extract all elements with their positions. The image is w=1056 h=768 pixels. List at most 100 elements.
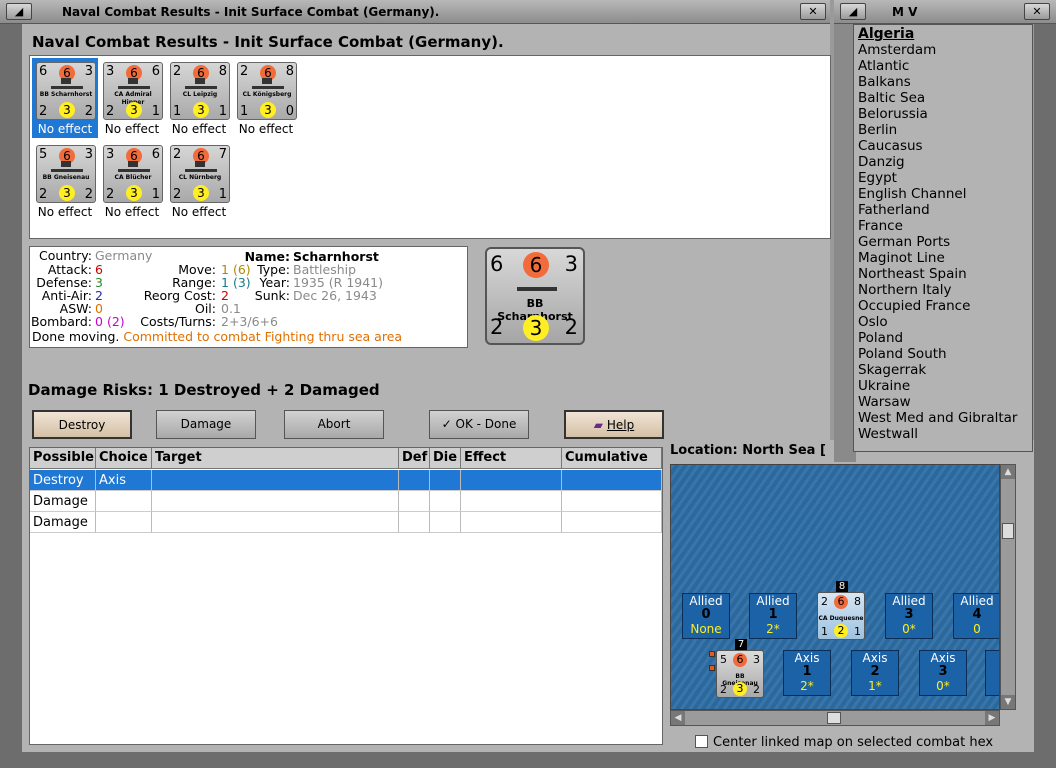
- window-menu-button[interactable]: ◢: [6, 3, 32, 20]
- list-item[interactable]: Berlin: [858, 122, 897, 138]
- map-horizontal-scrollbar[interactable]: ◀ ▶: [670, 710, 1000, 726]
- map-vertical-scrollbar[interactable]: ▲ ▼: [1000, 464, 1016, 710]
- box-side: Axis: [794, 651, 820, 665]
- mv-titlebar[interactable]: ◢ M V ✕: [834, 0, 1056, 24]
- list-item[interactable]: Baltic Sea: [858, 90, 925, 106]
- list-item[interactable]: Caucasus: [858, 138, 923, 154]
- box-number: 4: [972, 607, 982, 622]
- unit-counter[interactable]: 3 6 6 CA Admiral Hipper 2 3 1: [103, 62, 163, 120]
- list-item[interactable]: Egypt: [858, 170, 897, 186]
- unit-counter[interactable]: 2 6 8 CL Königsberg 1 3 0: [237, 62, 297, 120]
- help-button[interactable]: ▰ Help: [564, 410, 664, 439]
- window-close-button[interactable]: ✕: [1024, 3, 1050, 20]
- box-side: Axis: [862, 651, 888, 665]
- list-item[interactable]: Belorussia: [858, 106, 928, 122]
- axis-box[interactable]: Axis 1 2*: [783, 650, 831, 696]
- column-header-choice[interactable]: Choice: [96, 448, 152, 469]
- column-header-target[interactable]: Target: [152, 448, 399, 469]
- list-item[interactable]: Skagerrak: [858, 362, 926, 378]
- list-item[interactable]: Poland: [858, 330, 903, 346]
- table-row[interactable]: Damage: [30, 491, 662, 512]
- result-cell[interactable]: 2 6 7 CL Nürnberg 2 3 1 No effect: [166, 141, 232, 221]
- list-item[interactable]: Northern Italy: [858, 282, 952, 298]
- list-item[interactable]: West Med and Gibraltar: [858, 410, 1017, 426]
- counter-defense-orb: 2: [834, 624, 848, 638]
- axis-box[interactable]: Axis 3 0*: [919, 650, 967, 696]
- result-cell[interactable]: 2 6 8 CL Königsberg 1 3 0 No effect: [233, 58, 299, 138]
- allied-box[interactable]: Allied 0 None: [682, 593, 730, 639]
- damage-button[interactable]: Damage: [156, 410, 256, 439]
- list-item[interactable]: France: [858, 218, 903, 234]
- scroll-down-icon[interactable]: ▼: [1001, 695, 1015, 709]
- info-sunk: Dec 26, 1943: [293, 288, 377, 303]
- damage-table[interactable]: Possible Choice Target Def Die Effect Cu…: [29, 447, 663, 745]
- allied-unit-counter[interactable]: 2 6 8 CA Duquesne 1 2 1: [817, 592, 865, 640]
- list-item[interactable]: Northeast Spain: [858, 266, 967, 282]
- cell-cumulative: [562, 491, 662, 512]
- list-item[interactable]: Algeria: [858, 26, 914, 42]
- combat-map[interactable]: Allied 0 None Allied 1 2* 2 6 8 CA Duque…: [670, 464, 1000, 710]
- list-item[interactable]: Danzig: [858, 154, 905, 170]
- unit-counter[interactable]: 5 6 3 BB Gneisenau 2 3 2: [36, 145, 96, 203]
- scroll-left-icon[interactable]: ◀: [671, 711, 685, 725]
- scroll-up-icon[interactable]: ▲: [1001, 465, 1015, 479]
- axis-unit-counter[interactable]: 5 6 3 BB Gneisenau 2 3 2: [716, 650, 764, 698]
- scroll-thumb[interactable]: [1002, 523, 1014, 539]
- unit-counter[interactable]: 6 6 3 BB Scharnhorst 2 3 2: [36, 62, 96, 120]
- list-item[interactable]: Balkans: [858, 74, 911, 90]
- list-item[interactable]: Warsaw: [858, 394, 911, 410]
- column-header-possible[interactable]: Possible: [30, 448, 96, 469]
- table-row[interactable]: Destroy Axis: [30, 470, 662, 491]
- result-cell[interactable]: 6 6 3 BB Scharnhorst 2 3 2 No effect: [32, 58, 98, 138]
- counter-defense-orb: 3: [126, 185, 142, 201]
- destroy-button[interactable]: Destroy: [32, 410, 132, 439]
- list-item[interactable]: English Channel: [858, 186, 966, 202]
- result-cell[interactable]: 3 6 6 CA Admiral Hipper 2 3 1 No effect: [99, 58, 165, 138]
- abort-button[interactable]: Abort: [284, 410, 384, 439]
- unit-counter[interactable]: 2 6 7 CL Nürnberg 2 3 1: [170, 145, 230, 203]
- allied-box[interactable]: Allied 4 0: [953, 593, 999, 639]
- unit-counter[interactable]: 3 6 6 CA Blücher 2 3 1: [103, 145, 163, 203]
- mv-location-list[interactable]: Algeria Amsterdam Atlantic Balkans Balti…: [853, 24, 1033, 452]
- column-header-cumulative[interactable]: Cumulative: [562, 448, 662, 469]
- axis-box-partial[interactable]: [985, 650, 999, 696]
- list-item[interactable]: Ukraine: [858, 378, 910, 394]
- column-header-def[interactable]: Def: [399, 448, 430, 469]
- allied-box[interactable]: Allied 1 2*: [749, 593, 797, 639]
- window-menu-button[interactable]: ◢: [840, 3, 866, 20]
- result-cell[interactable]: 3 6 6 CA Blücher 2 3 1 No effect: [99, 141, 165, 221]
- column-header-effect[interactable]: Effect: [461, 448, 562, 469]
- list-item[interactable]: Amsterdam: [858, 42, 936, 58]
- ok-done-button[interactable]: ✓ OK - Done: [429, 410, 529, 439]
- window-bottom-border: [0, 752, 1056, 768]
- allied-box[interactable]: Allied 3 0*: [885, 593, 933, 639]
- list-item[interactable]: Occupied France: [858, 298, 970, 314]
- combat-results-list[interactable]: 6 6 3 BB Scharnhorst 2 3 2 No effect 3 6…: [29, 55, 831, 239]
- info-status-text: Done moving.: [32, 329, 120, 344]
- box-number: 1: [768, 607, 778, 622]
- scroll-right-icon[interactable]: ▶: [985, 711, 999, 725]
- cell-die: [430, 470, 461, 491]
- counter-value: 8: [218, 64, 227, 79]
- scroll-thumb[interactable]: [827, 712, 841, 724]
- list-item[interactable]: Westwall: [858, 426, 918, 442]
- center-map-checkbox[interactable]: Center linked map on selected combat hex: [695, 735, 993, 750]
- box-sub: 2*: [766, 622, 780, 636]
- axis-box[interactable]: Axis 2 1*: [851, 650, 899, 696]
- list-item[interactable]: Oslo: [858, 314, 888, 330]
- info-label: Country:: [39, 248, 92, 263]
- counter-value: 2: [821, 595, 828, 608]
- unit-counter[interactable]: 2 6 8 CL Leipzig 1 3 1: [170, 62, 230, 120]
- list-item[interactable]: Atlantic: [858, 58, 909, 74]
- table-row[interactable]: Damage: [30, 512, 662, 533]
- list-item[interactable]: Fatherland: [858, 202, 930, 218]
- list-item[interactable]: Poland South: [858, 346, 947, 362]
- window-close-button[interactable]: ✕: [800, 3, 826, 20]
- column-header-die[interactable]: Die: [430, 448, 461, 469]
- result-cell[interactable]: 5 6 3 BB Gneisenau 2 3 2 No effect: [32, 141, 98, 221]
- list-item[interactable]: German Ports: [858, 234, 950, 250]
- checkbox-box[interactable]: [695, 735, 708, 748]
- main-titlebar[interactable]: ◢ Naval Combat Results - Init Surface Co…: [0, 0, 830, 24]
- list-item[interactable]: Maginot Line: [858, 250, 945, 266]
- result-cell[interactable]: 2 6 8 CL Leipzig 1 3 1 No effect: [166, 58, 232, 138]
